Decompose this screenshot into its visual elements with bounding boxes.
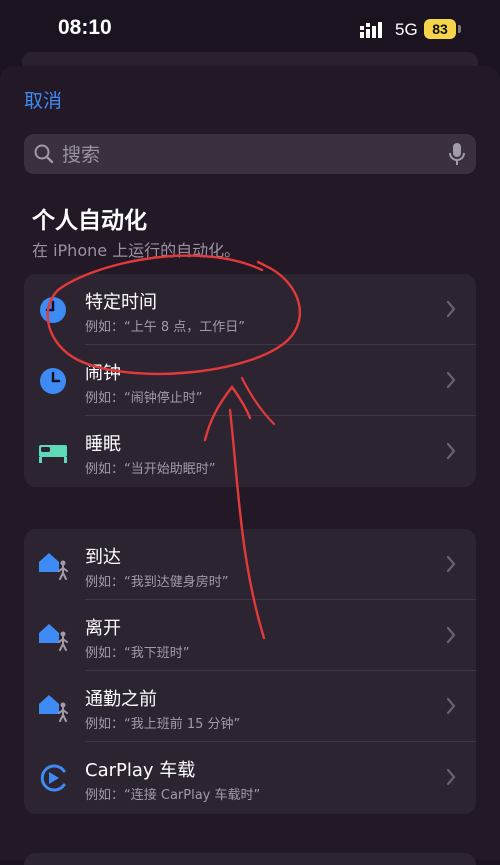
list-item-before-commute[interactable]: 通勤之前 例如：“我上班前 15 分钟” bbox=[24, 671, 476, 742]
signal-strength-icon bbox=[360, 22, 382, 38]
bed-icon bbox=[39, 445, 67, 463]
list-item-subtitle: 例如：“我到达健身房时” bbox=[85, 575, 229, 590]
status-bar: 08:10 5G 83 bbox=[0, 0, 500, 60]
battery-tip-icon bbox=[458, 25, 461, 33]
list-item-subtitle: 例如：“上午 8 点，工作日” bbox=[85, 320, 246, 335]
list-item-specific-time[interactable]: 特定时间 例如：“上午 8 点，工作日” bbox=[24, 274, 476, 345]
chevron-right-icon bbox=[446, 626, 456, 644]
battery-indicator: 83 bbox=[424, 19, 456, 39]
list-item-leave[interactable]: 离开 例如：“我下班时” bbox=[24, 600, 476, 671]
microphone-icon[interactable] bbox=[448, 142, 466, 166]
list-item-subtitle: 例如：“我下班时” bbox=[85, 646, 190, 661]
home-person-icon bbox=[39, 695, 68, 722]
list-item-subtitle: 例如：“我上班前 15 分钟” bbox=[85, 717, 241, 732]
clock-icon bbox=[40, 297, 66, 323]
list-item-title: 通勤之前 bbox=[85, 689, 157, 710]
chevron-right-icon bbox=[446, 697, 456, 715]
list-item-title: 特定时间 bbox=[85, 292, 157, 313]
home-person-icon bbox=[39, 624, 68, 651]
network-type: 5G bbox=[395, 20, 418, 39]
chevron-right-icon bbox=[446, 555, 456, 573]
list-item-sleep[interactable]: 睡眠 例如：“当开始助眠时” bbox=[24, 416, 476, 487]
list-item-title: 离开 bbox=[85, 618, 121, 639]
list-item-alarm[interactable]: 闹钟 例如：“闹钟停止时” bbox=[24, 345, 476, 416]
home-person-icon bbox=[39, 553, 68, 580]
list-item-title: 到达 bbox=[85, 547, 121, 568]
list-item-subtitle: 例如：“连接 CarPlay 车载时” bbox=[85, 788, 261, 803]
list-item-title: CarPlay 车载 bbox=[85, 760, 196, 781]
location-automation-group: 到达 例如：“我到达健身房时” 离开 例如：“我下班时” 通勤之前 例如：“我上… bbox=[24, 529, 476, 814]
chevron-right-icon bbox=[446, 300, 456, 318]
list-item-arrive[interactable]: 到达 例如：“我到达健身房时” bbox=[24, 529, 476, 600]
section-subtitle: 在 iPhone 上运行的自动化。 bbox=[32, 241, 241, 260]
carplay-icon bbox=[40, 764, 66, 792]
list-item-carplay[interactable]: CarPlay 车载 例如：“连接 CarPlay 车载时” bbox=[24, 742, 476, 813]
status-time: 08:10 bbox=[58, 16, 112, 39]
chevron-right-icon bbox=[446, 442, 456, 460]
alarm-clock-icon bbox=[40, 368, 66, 394]
chevron-right-icon bbox=[446, 768, 456, 786]
search-input[interactable] bbox=[60, 140, 444, 170]
list-item-subtitle: 例如：“当开始助眠时” bbox=[85, 462, 216, 477]
list-item-title: 闹钟 bbox=[85, 363, 121, 384]
search-icon bbox=[34, 144, 54, 164]
next-group-peek bbox=[24, 853, 476, 865]
chevron-right-icon bbox=[446, 371, 456, 389]
time-automation-group: 特定时间 例如：“上午 8 点，工作日” 闹钟 例如：“闹钟停止时” 睡眠 例如… bbox=[24, 274, 476, 487]
section-title: 个人自动化 bbox=[32, 208, 147, 234]
list-item-title: 睡眠 bbox=[85, 434, 121, 455]
list-item-subtitle: 例如：“闹钟停止时” bbox=[85, 391, 203, 406]
cancel-button[interactable]: 取消 bbox=[24, 86, 62, 113]
search-bar[interactable] bbox=[24, 134, 476, 174]
